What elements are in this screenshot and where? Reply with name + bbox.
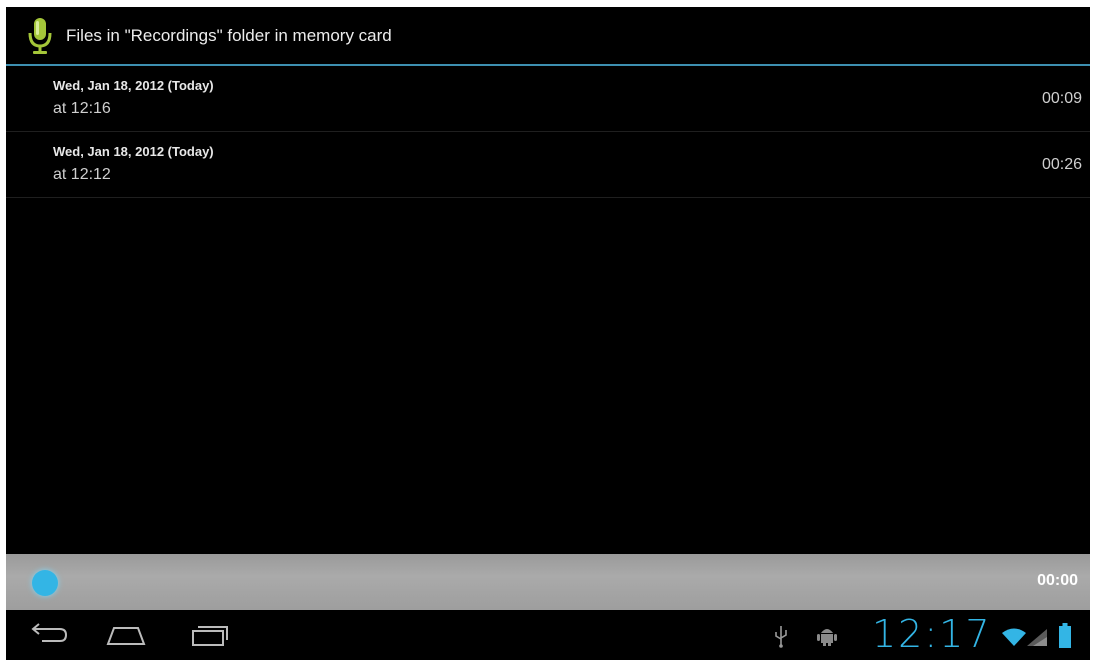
- recording-time: at 12:16: [53, 100, 111, 117]
- android-debug-icon: [817, 629, 837, 646]
- wifi-icon: [1002, 628, 1026, 646]
- recording-duration: 00:09: [1041, 90, 1082, 107]
- system-bar: 12:17: [6, 610, 1090, 660]
- recordings-screen: Files in "Recordings" folder in memory c…: [6, 7, 1090, 660]
- microphone-icon: [28, 17, 52, 54]
- recordings-list: Wed, Jan 18, 2012 (Today) at 12:16 00:09…: [6, 66, 1090, 198]
- status-clock: 12:17: [872, 612, 992, 656]
- recording-date: Wed, Jan 18, 2012 (Today): [53, 78, 214, 93]
- recording-date: Wed, Jan 18, 2012 (Today): [53, 144, 214, 159]
- elapsed-time: 00:00: [1037, 572, 1078, 589]
- title-bar: Files in "Recordings" folder in memory c…: [6, 7, 1090, 64]
- recording-item[interactable]: Wed, Jan 18, 2012 (Today) at 12:16 00:09: [6, 66, 1090, 132]
- recording-duration: 00:26: [1041, 156, 1082, 173]
- home-icon[interactable]: [104, 620, 148, 650]
- recording-item[interactable]: Wed, Jan 18, 2012 (Today) at 12:12 00:26: [6, 132, 1090, 198]
- page-title: Files in "Recordings" folder in memory c…: [66, 25, 392, 45]
- battery-icon: [1059, 623, 1071, 648]
- back-icon[interactable]: [26, 620, 70, 650]
- recent-apps-icon[interactable]: [188, 620, 232, 650]
- playback-seekbar[interactable]: 00:00: [6, 554, 1090, 610]
- recording-time: at 12:12: [53, 166, 111, 183]
- signal-icon: [1027, 629, 1047, 646]
- seekbar-thumb[interactable]: [32, 570, 58, 596]
- usb-icon: [775, 626, 787, 648]
